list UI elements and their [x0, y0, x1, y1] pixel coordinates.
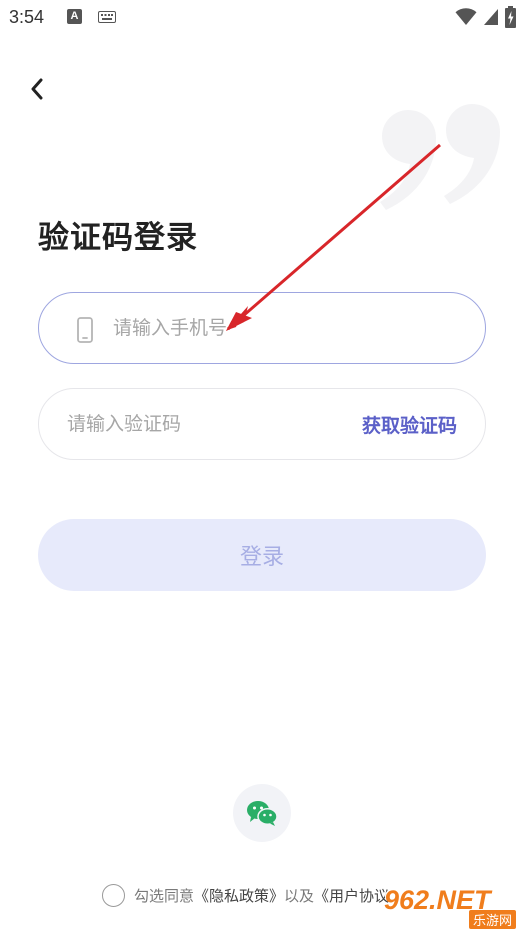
signal-icon — [484, 9, 498, 25]
status-time: 3:54 — [9, 7, 45, 27]
phone-input[interactable] — [113, 293, 453, 363]
a-icon: A — [67, 9, 82, 24]
phone-field[interactable] — [38, 292, 486, 364]
keyboard-icon — [98, 11, 116, 23]
back-button[interactable] — [22, 74, 52, 104]
agreement-checkbox[interactable] — [102, 883, 125, 907]
quote-mark-icon — [380, 104, 500, 210]
agreement-prefix: 勾选同意 — [134, 886, 195, 905]
status-bar: 3:54 A — [0, 0, 524, 36]
system-status-icons — [455, 6, 516, 28]
verification-code-input[interactable] — [67, 389, 337, 459]
verification-code-field[interactable]: 获取验证码 — [38, 388, 486, 460]
wechat-icon — [247, 801, 278, 826]
wechat-login-button[interactable] — [233, 784, 291, 842]
agreement-row: 勾选同意 《隐私政策》 以及 《用户协议 — [102, 883, 389, 907]
watermark-sub: 乐游网 — [468, 910, 516, 929]
watermark-logo: 962.NET 乐游网 — [384, 885, 520, 931]
wifi-icon — [455, 8, 477, 25]
page-title: 验证码登录 — [38, 220, 198, 256]
mobile-phone-icon — [77, 317, 93, 343]
agreement-middle: 以及 — [284, 886, 315, 905]
privacy-policy-link[interactable]: 《隐私政策》 — [194, 885, 284, 906]
get-code-button[interactable]: 获取验证码 — [362, 411, 457, 438]
login-button[interactable]: 登录 — [38, 519, 486, 591]
battery-icon — [505, 6, 516, 28]
user-agreement-link[interactable]: 《用户协议 — [314, 885, 389, 906]
chevron-left-icon — [31, 78, 43, 100]
